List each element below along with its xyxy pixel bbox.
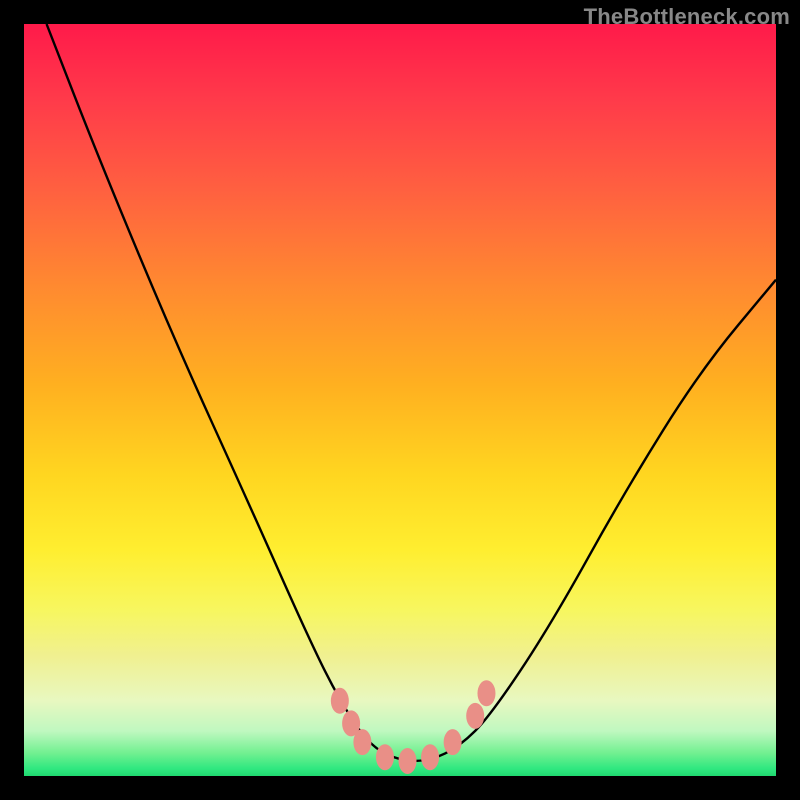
marker-dot: [353, 729, 371, 755]
marker-cluster: [331, 680, 496, 774]
watermark-text: TheBottleneck.com: [584, 4, 790, 30]
chart-svg: [24, 24, 776, 776]
marker-dot: [466, 703, 484, 729]
marker-dot: [477, 680, 495, 706]
marker-dot: [421, 744, 439, 770]
bottleneck-curve-line: [47, 24, 776, 761]
marker-dot: [444, 729, 462, 755]
marker-dot: [331, 688, 349, 714]
marker-dot: [399, 748, 417, 774]
marker-dot: [376, 744, 394, 770]
